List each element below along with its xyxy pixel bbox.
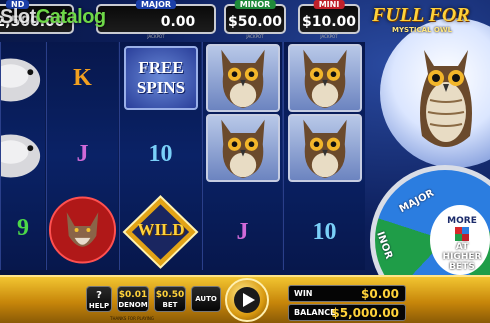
possum-symbol	[1, 134, 41, 178]
wild-label: WILD	[137, 220, 185, 239]
watermark-logo: SlotCatalog	[0, 6, 106, 29]
jackpot-amount: $10.00	[301, 14, 357, 30]
at-higher-label: AT HIGHER	[442, 242, 482, 262]
major-jackpot: MAJOR 0.00 JACKPOT	[96, 0, 216, 39]
owl-symbol	[288, 44, 362, 112]
owl-symbol	[206, 44, 280, 112]
balance-label: BALANCE	[294, 308, 336, 317]
denom-label: DENOM	[118, 301, 148, 309]
jackpot-sub: JACKPOT	[320, 34, 338, 39]
denom-button[interactable]: $0.01 DENOM	[117, 286, 149, 312]
mini-jackpot: MINI $10.00 JACKPOT	[298, 0, 360, 39]
owl-symbol	[288, 114, 362, 182]
legal-text: THANKS FOR PLAYING	[110, 316, 154, 321]
win-display: WIN $0.00	[288, 285, 406, 302]
reel-3: FREE SPINS 10 WILD	[119, 42, 201, 270]
auto-label: AUTO	[195, 295, 217, 303]
spins-label: SPINS	[136, 78, 186, 97]
jackpot-sub: JACKPOT	[147, 34, 165, 39]
jackpot-amount: 0.00	[160, 14, 196, 30]
more-jackpots-note: MORE AT HIGHER BETS	[436, 216, 488, 272]
jackpot-tag: MAJOR	[135, 0, 177, 9]
bets-label: BETS	[449, 262, 475, 272]
ten-symbol: 10	[312, 218, 337, 245]
free-spins-symbol: FREE SPINS	[124, 46, 198, 110]
help-icon: ?	[96, 290, 102, 301]
wolf-symbol	[48, 196, 117, 264]
j-symbol: J	[236, 218, 249, 245]
j-symbol: J	[76, 140, 89, 167]
jackpot-tag: MINOR	[234, 0, 276, 9]
game-subtitle: MYSTICAL OWL	[392, 26, 453, 34]
reel-5: 10	[283, 42, 365, 270]
game-screen: MAJOR INOR MORE AT HIGHER BETS 9 K J FRE…	[0, 0, 490, 323]
ten-symbol: 10	[148, 140, 173, 167]
owl-symbol	[206, 114, 280, 182]
win-label: WIN	[294, 289, 313, 298]
owl-mascot	[420, 50, 472, 147]
help-button[interactable]: ? HELP	[86, 286, 112, 312]
reel-4: J	[202, 42, 282, 270]
jackpot-amount: $50.00	[227, 14, 283, 30]
spin-button[interactable]	[225, 278, 269, 322]
gem-icon	[455, 227, 469, 241]
bet-button[interactable]: $0.50 BET	[154, 286, 186, 312]
reel-2: K J	[46, 42, 118, 270]
play-icon	[234, 287, 260, 313]
auto-button[interactable]: AUTO	[191, 286, 221, 312]
watermark-prefix: Slot	[0, 6, 36, 28]
balance-display: BALANCE $5,000.00	[288, 304, 406, 321]
k-symbol: K	[73, 64, 92, 91]
free-label: FREE	[138, 58, 184, 77]
reel-1: 9	[0, 42, 45, 270]
denom-value: $0.01	[118, 290, 148, 300]
game-title: FULL FOR	[372, 4, 470, 26]
bet-label: BET	[162, 301, 178, 309]
help-label: HELP	[88, 302, 110, 310]
watermark-brand: Catalog	[35, 6, 106, 28]
more-label: MORE	[447, 216, 477, 226]
minor-jackpot: MINOR $50.00 JACKPOT	[224, 0, 286, 39]
bet-value: $0.50	[155, 290, 185, 300]
jackpot-sub: JACKPOT	[246, 34, 264, 39]
possum-symbol	[1, 58, 41, 102]
win-value: $0.00	[361, 287, 399, 301]
balance-value: $5,000.00	[331, 306, 399, 320]
nine-symbol: 9	[17, 214, 29, 241]
jackpot-tag: MINI	[313, 0, 345, 9]
